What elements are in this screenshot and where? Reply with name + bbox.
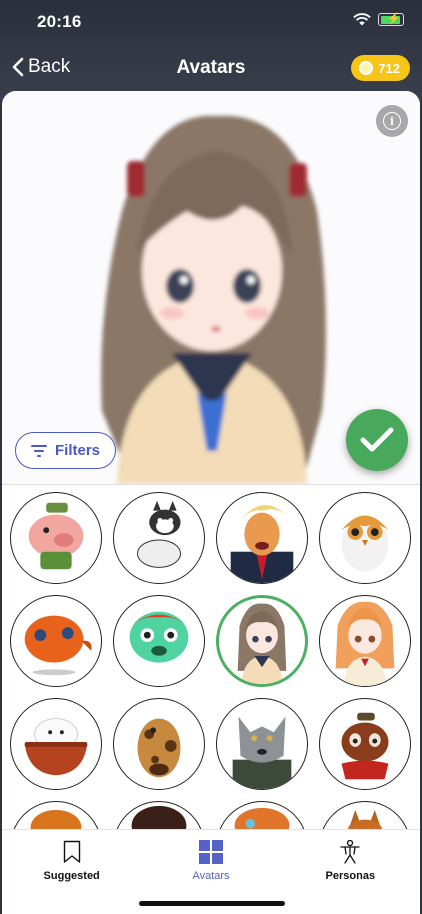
avatar-sheet: i Filters Suggested Avatars Personas bbox=[2, 91, 420, 914]
bookmark-icon bbox=[63, 840, 80, 863]
navigation-header: 20:16 ⚡ Back Avatars 712 bbox=[0, 0, 422, 100]
avatar-option-pig[interactable] bbox=[10, 492, 102, 584]
puppy-bowl-avatar-image bbox=[24, 718, 88, 776]
wolf-avatar-image bbox=[232, 716, 292, 789]
status-time: 20:16 bbox=[37, 12, 82, 31]
husky-avatar-image bbox=[136, 500, 182, 568]
wifi-icon bbox=[353, 13, 371, 26]
coin-icon bbox=[359, 61, 374, 75]
tab-suggested[interactable]: Suggested bbox=[2, 830, 141, 914]
avatar-option-green-fish[interactable] bbox=[113, 595, 205, 687]
filter-icon bbox=[30, 444, 47, 457]
green-fish-avatar-image bbox=[129, 611, 189, 663]
avatar-option-wolf[interactable] bbox=[216, 698, 308, 790]
avatar-option-anime-girl-orange-hair[interactable] bbox=[319, 595, 411, 687]
tab-suggested-label: Suggested bbox=[43, 870, 100, 882]
tab-avatars-label: Avatars bbox=[192, 870, 230, 882]
politician-avatar-image bbox=[230, 505, 294, 583]
tab-personas-label: Personas bbox=[325, 870, 376, 882]
filters-label: Filters bbox=[54, 442, 100, 459]
avatar-option-politician[interactable] bbox=[216, 492, 308, 584]
status-icons: ⚡ bbox=[353, 13, 404, 26]
avatar-option-giraffe[interactable] bbox=[113, 698, 205, 790]
orange-fish-avatar-image bbox=[24, 615, 92, 676]
pig-avatar-image bbox=[28, 502, 84, 570]
avatar-grid-scroll[interactable] bbox=[2, 484, 420, 834]
avatar-preview: i Filters bbox=[2, 91, 420, 484]
owl-avatar-image bbox=[341, 515, 389, 572]
avatar-option-owl[interactable] bbox=[319, 492, 411, 584]
grid-icon bbox=[198, 840, 223, 864]
battery-icon: ⚡ bbox=[378, 13, 404, 26]
red-panda-avatar-image bbox=[341, 712, 389, 780]
anime-girl-orange-avatar-image bbox=[335, 601, 395, 686]
checkmark-icon bbox=[360, 427, 394, 452]
avatar-option-husky-puppy[interactable] bbox=[113, 492, 205, 584]
tab-personas[interactable]: Personas bbox=[281, 830, 420, 914]
home-indicator bbox=[139, 901, 285, 906]
confirm-avatar-button[interactable] bbox=[346, 409, 408, 471]
coin-balance-badge[interactable]: 712 bbox=[351, 55, 410, 81]
filters-button[interactable]: Filters bbox=[15, 432, 116, 469]
avatar-option-anime-girl-brown-hair[interactable] bbox=[216, 595, 308, 687]
info-button[interactable]: i bbox=[376, 105, 408, 137]
avatar-grid bbox=[10, 492, 411, 834]
avatar-option-orange-fish[interactable] bbox=[10, 595, 102, 687]
avatar-option-puppy-in-bowl[interactable] bbox=[10, 698, 102, 790]
anime-girl-brown-avatar-image bbox=[237, 603, 287, 684]
coin-count: 712 bbox=[378, 60, 400, 76]
giraffe-avatar-image bbox=[137, 718, 181, 778]
avatar-option-red-panda[interactable] bbox=[319, 698, 411, 790]
person-icon bbox=[340, 840, 360, 864]
info-icon: i bbox=[383, 112, 401, 130]
